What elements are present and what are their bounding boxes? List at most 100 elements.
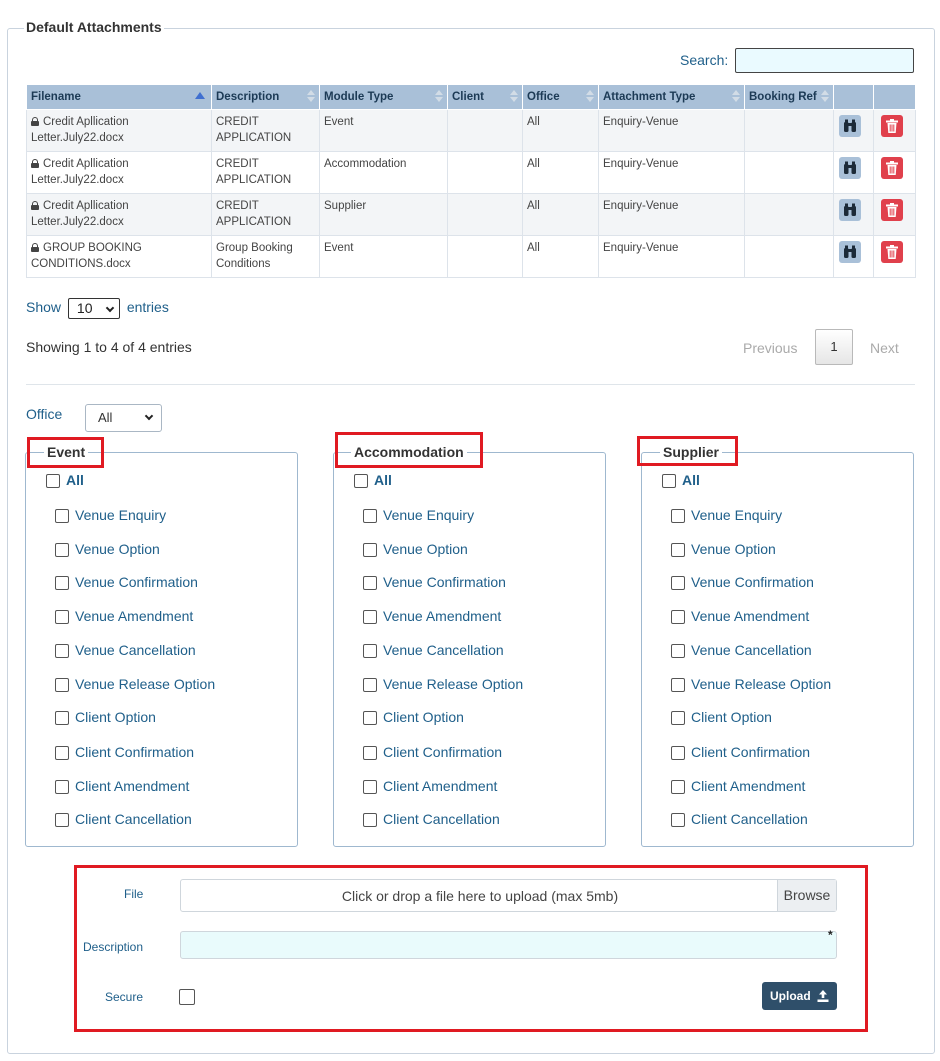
column-header-booking-ref[interactable]: Booking Ref — [744, 84, 834, 110]
lock-icon — [31, 117, 39, 126]
supplier-option[interactable]: Venue Enquiry — [671, 507, 782, 524]
accommodation-option[interactable]: Client Amendment — [363, 778, 497, 795]
checkbox[interactable] — [55, 644, 69, 659]
event-option[interactable]: Client Cancellation — [55, 811, 192, 828]
checkbox[interactable] — [671, 576, 685, 591]
file-dropzone[interactable]: Click or drop a file here to upload (max… — [180, 879, 837, 912]
checkbox[interactable] — [671, 644, 685, 659]
event-option[interactable]: Venue Amendment — [55, 608, 193, 625]
checkbox[interactable] — [55, 509, 69, 524]
event-option[interactable]: Client Option — [55, 709, 156, 726]
checkbox[interactable] — [363, 780, 377, 795]
cell-office: All — [522, 151, 599, 194]
accommodation-option[interactable]: Venue Cancellation — [363, 642, 504, 659]
checkbox[interactable] — [363, 711, 377, 726]
checkbox[interactable] — [671, 509, 685, 524]
checkbox[interactable] — [363, 813, 377, 828]
pager-page-1[interactable]: 1 — [815, 329, 853, 365]
checkbox[interactable] — [55, 543, 69, 558]
checkbox[interactable] — [55, 780, 69, 795]
checkbox[interactable] — [671, 678, 685, 693]
delete-button[interactable] — [881, 157, 903, 179]
checkbox[interactable] — [671, 813, 685, 828]
accommodation-all-option[interactable]: All — [354, 472, 392, 489]
checkbox[interactable] — [55, 711, 69, 726]
checkbox[interactable] — [671, 780, 685, 795]
cell-client — [447, 193, 523, 236]
supplier-all-option[interactable]: All — [662, 472, 700, 489]
checkbox[interactable] — [363, 509, 377, 524]
cell-module-type: Event — [319, 235, 448, 278]
column-header-filename[interactable]: Filename — [26, 84, 212, 110]
view-button[interactable] — [839, 241, 861, 263]
supplier-option[interactable]: Venue Amendment — [671, 608, 809, 625]
view-button[interactable] — [839, 157, 861, 179]
supplier-option[interactable]: Client Confirmation — [671, 744, 810, 761]
event-option[interactable]: Venue Release Option — [55, 676, 215, 693]
checkbox[interactable] — [363, 576, 377, 591]
supplier-option[interactable]: Client Option — [671, 709, 772, 726]
accommodation-option[interactable]: Venue Amendment — [363, 608, 501, 625]
column-header-module-type[interactable]: Module Type — [319, 84, 448, 110]
checkbox[interactable] — [55, 610, 69, 625]
event-option[interactable]: Client Confirmation — [55, 744, 194, 761]
pager-next[interactable]: Next — [870, 340, 899, 356]
checkbox[interactable] — [46, 474, 60, 489]
cell-booking-ref — [744, 235, 834, 278]
entries-per-page-select[interactable]: 10 — [67, 298, 120, 319]
accommodation-option[interactable]: Venue Release Option — [363, 676, 523, 693]
supplier-option[interactable]: Venue Release Option — [671, 676, 831, 693]
accommodation-option[interactable]: Venue Option — [363, 541, 468, 558]
delete-button[interactable] — [881, 199, 903, 221]
divider — [26, 384, 915, 385]
checkbox[interactable] — [671, 746, 685, 761]
checkbox[interactable] — [363, 746, 377, 761]
column-header-description[interactable]: Description — [211, 84, 320, 110]
supplier-option[interactable]: Venue Confirmation — [671, 574, 814, 591]
checkbox[interactable] — [671, 610, 685, 625]
accommodation-option[interactable]: Client Option — [363, 709, 464, 726]
lock-icon — [31, 201, 39, 210]
accommodation-option[interactable]: Client Cancellation — [363, 811, 500, 828]
event-option[interactable]: Venue Confirmation — [55, 574, 198, 591]
accommodation-option[interactable]: Client Confirmation — [363, 744, 502, 761]
view-button[interactable] — [839, 115, 861, 137]
secure-checkbox[interactable] — [179, 989, 195, 1005]
checkbox[interactable] — [354, 474, 368, 489]
browse-button[interactable]: Browse — [777, 880, 836, 911]
view-button[interactable] — [839, 199, 861, 221]
checkbox[interactable] — [363, 610, 377, 625]
checkbox[interactable] — [671, 543, 685, 558]
supplier-option[interactable]: Client Cancellation — [671, 811, 808, 828]
checkbox[interactable] — [662, 474, 676, 489]
pager-previous[interactable]: Previous — [743, 340, 797, 356]
supplier-option[interactable]: Venue Cancellation — [671, 642, 812, 659]
event-option[interactable]: Venue Cancellation — [55, 642, 196, 659]
checkbox[interactable] — [671, 711, 685, 726]
delete-button[interactable] — [881, 241, 903, 263]
column-header-attachment-type[interactable]: Attachment Type — [598, 84, 745, 110]
supplier-option[interactable]: Venue Option — [671, 541, 776, 558]
event-all-option[interactable]: All — [46, 472, 84, 489]
column-header-office[interactable]: Office — [522, 84, 599, 110]
checkbox[interactable] — [55, 813, 69, 828]
description-input[interactable] — [180, 931, 837, 959]
event-option[interactable]: Client Amendment — [55, 778, 189, 795]
delete-button[interactable] — [881, 115, 903, 137]
checkbox[interactable] — [363, 644, 377, 659]
upload-button[interactable]: Upload — [762, 982, 837, 1010]
checkbox[interactable] — [55, 746, 69, 761]
search-input[interactable] — [735, 48, 914, 73]
event-option[interactable]: Venue Option — [55, 541, 160, 558]
supplier-option[interactable]: Client Amendment — [671, 778, 805, 795]
office-select[interactable]: All — [85, 404, 162, 432]
checkbox[interactable] — [55, 576, 69, 591]
accommodation-option[interactable]: Venue Enquiry — [363, 507, 474, 524]
cell-description: Group Booking Conditions — [211, 235, 320, 278]
column-header-client[interactable]: Client — [447, 84, 523, 110]
event-option[interactable]: Venue Enquiry — [55, 507, 166, 524]
checkbox[interactable] — [55, 678, 69, 693]
checkbox[interactable] — [363, 678, 377, 693]
checkbox[interactable] — [363, 543, 377, 558]
accommodation-option[interactable]: Venue Confirmation — [363, 574, 506, 591]
